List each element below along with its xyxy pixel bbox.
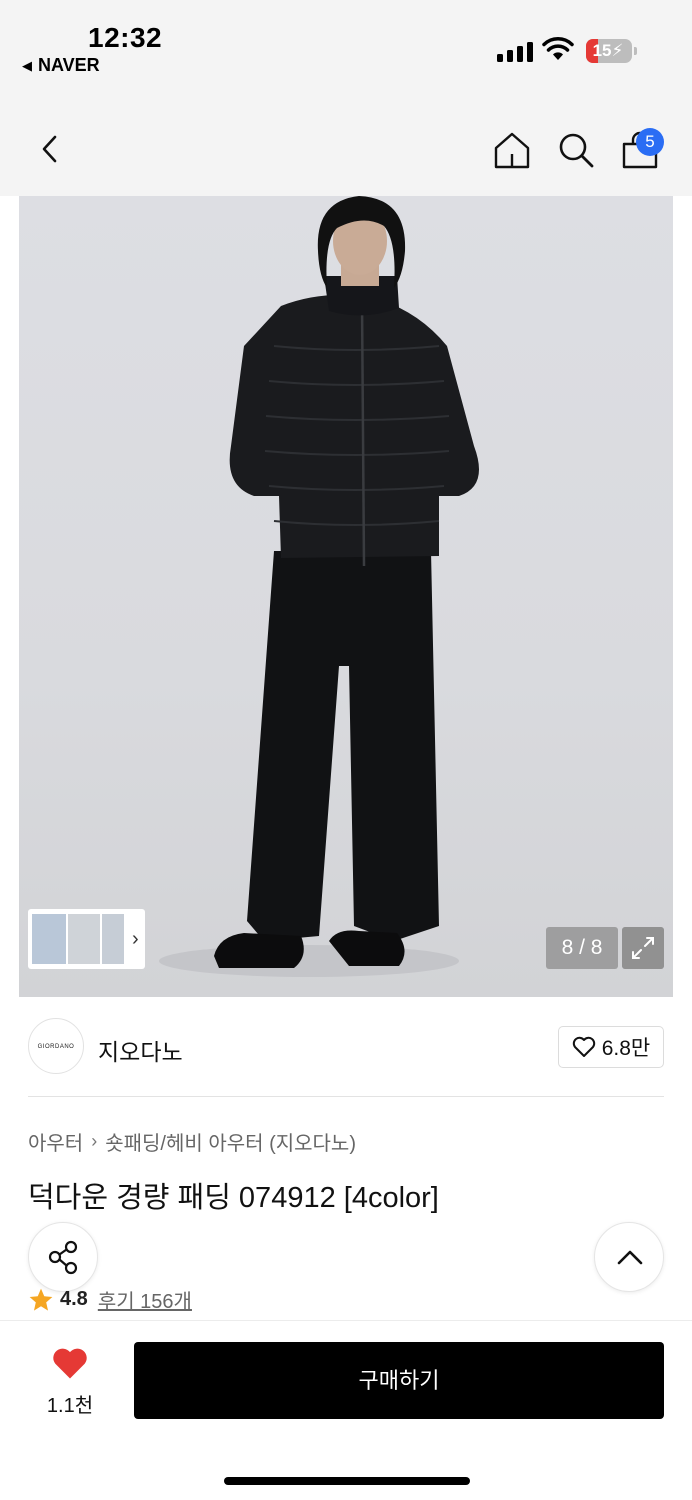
wifi-icon (542, 37, 574, 60)
brand-logo-text: GIORDANO (37, 1044, 75, 1050)
wishlist-count: 1.1천 (46, 1395, 94, 1417)
home-indicator (224, 1477, 470, 1485)
search-icon[interactable] (556, 130, 596, 170)
top-nav-bar (0, 96, 692, 196)
brand-like-count: 6.8만 (601, 1037, 651, 1060)
chevron-right-icon: › (91, 1131, 98, 1151)
battery-icon: 15⚡ (586, 39, 637, 63)
chevron-left-icon[interactable] (36, 134, 66, 164)
image-counter: 8 / 8 (546, 927, 618, 969)
back-triangle-icon: ◀ (22, 57, 32, 73)
cart-count-badge: 5 (636, 128, 664, 156)
heart-outline-icon (572, 1036, 595, 1057)
heart-filled-icon (53, 1348, 87, 1379)
thumbnail-image[interactable] (32, 914, 66, 964)
battery-level: 15 (592, 41, 612, 60)
back-to-app-link[interactable]: ◀ NAVER (22, 55, 100, 76)
divider (28, 1096, 664, 1097)
model-photo (159, 196, 479, 977)
home-icon[interactable] (492, 130, 532, 170)
reviews-link[interactable]: 후기 156개 (98, 1285, 192, 1314)
buy-button[interactable]: 구매하기 (134, 1342, 664, 1419)
thumbnail-strip[interactable]: › (28, 909, 145, 969)
breadcrumb-subcategory[interactable]: 숏패딩/헤비 아우터 (지오다노) (105, 1127, 356, 1156)
chevron-right-icon: › (132, 927, 139, 950)
breadcrumb-category[interactable]: 아우터 (28, 1127, 83, 1156)
star-icon (29, 1288, 53, 1311)
status-bar: 12:32 ◀ NAVER 15⚡ (0, 0, 692, 96)
product-image[interactable] (19, 196, 673, 997)
wishlist-button[interactable]: 1.1천 (40, 1346, 100, 1418)
back-app-label: NAVER (38, 55, 100, 75)
breadcrumb: 아우터 › 숏패딩/헤비 아우터 (지오다노) (28, 1127, 356, 1156)
share-icon (48, 1240, 78, 1275)
thumbnail-image[interactable] (102, 914, 124, 964)
cellular-signal-icon (497, 40, 533, 62)
brand-logo[interactable]: GIORDANO (28, 1018, 84, 1074)
chevron-up-icon (617, 1250, 643, 1265)
brand-name[interactable]: 지오다노 (98, 1033, 183, 1067)
share-button[interactable] (28, 1222, 98, 1292)
scroll-to-top-button[interactable] (594, 1222, 664, 1292)
status-time: 12:32 (88, 22, 163, 53)
product-title: 덕다운 경량 패딩 074912 [4color] (28, 1182, 439, 1214)
thumbnail-image[interactable] (68, 914, 100, 964)
rating-score: 4.8 (60, 1288, 88, 1310)
rating-row: 4.8 후기 156개 (28, 1285, 192, 1314)
brand-like-button[interactable]: 6.8만 (558, 1026, 664, 1068)
expand-icon[interactable] (622, 927, 664, 969)
